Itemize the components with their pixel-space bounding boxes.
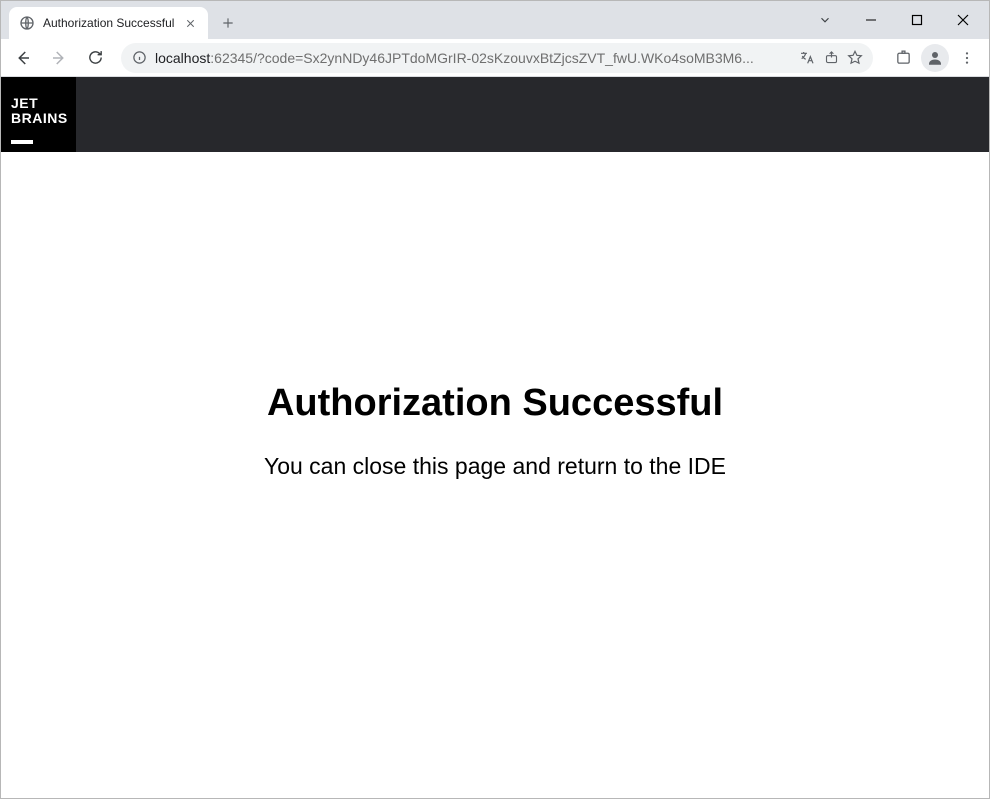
jetbrains-logo[interactable]: JET BRAINS [1, 77, 76, 152]
page-subtext: You can close this page and return to th… [264, 453, 726, 480]
window-minimize-button[interactable] [849, 5, 893, 35]
new-tab-button[interactable] [214, 9, 242, 37]
address-bar[interactable]: localhost:62345/?code=Sx2ynNDy46JPTdoMGr… [121, 43, 873, 73]
bookmark-icon[interactable] [847, 50, 863, 66]
extensions-icon[interactable] [887, 42, 919, 74]
logo-text-line1: JET [11, 96, 66, 111]
url-host: localhost [155, 50, 210, 66]
globe-icon [19, 15, 35, 31]
url-port: :62345 [210, 50, 253, 66]
toolbar-right [887, 42, 983, 74]
window-controls [803, 1, 989, 39]
translate-icon[interactable] [799, 50, 815, 66]
profile-avatar[interactable] [921, 44, 949, 72]
tab-close-icon[interactable] [182, 15, 198, 31]
menu-icon[interactable] [951, 42, 983, 74]
tab-strip: Authorization Successful [1, 1, 803, 39]
browser-window: Authorization Successful [0, 0, 990, 799]
chevron-down-icon[interactable] [803, 5, 847, 35]
window-maximize-button[interactable] [895, 5, 939, 35]
url-text: localhost:62345/?code=Sx2ynNDy46JPTdoMGr… [155, 50, 791, 66]
back-button[interactable] [7, 42, 39, 74]
browser-tab[interactable]: Authorization Successful [9, 7, 208, 39]
reload-button[interactable] [79, 42, 111, 74]
window-close-button[interactable] [941, 5, 985, 35]
titlebar: Authorization Successful [1, 1, 989, 39]
logo-bar [11, 140, 33, 144]
logo-text-line2: BRAINS [11, 111, 66, 126]
share-icon[interactable] [823, 50, 839, 66]
header-band: JET BRAINS [1, 77, 989, 152]
url-path: /?code=Sx2ynNDy46JPTdoMGrIR-02sKzouvxBtZ… [253, 50, 754, 66]
tab-title: Authorization Successful [43, 16, 174, 30]
forward-button[interactable] [43, 42, 75, 74]
page-content: JET BRAINS Authorization Successful You … [1, 77, 989, 798]
page-heading: Authorization Successful [267, 382, 723, 425]
toolbar: localhost:62345/?code=Sx2ynNDy46JPTdoMGr… [1, 39, 989, 77]
site-info-icon[interactable] [131, 50, 147, 66]
main-content: Authorization Successful You can close t… [1, 152, 989, 798]
